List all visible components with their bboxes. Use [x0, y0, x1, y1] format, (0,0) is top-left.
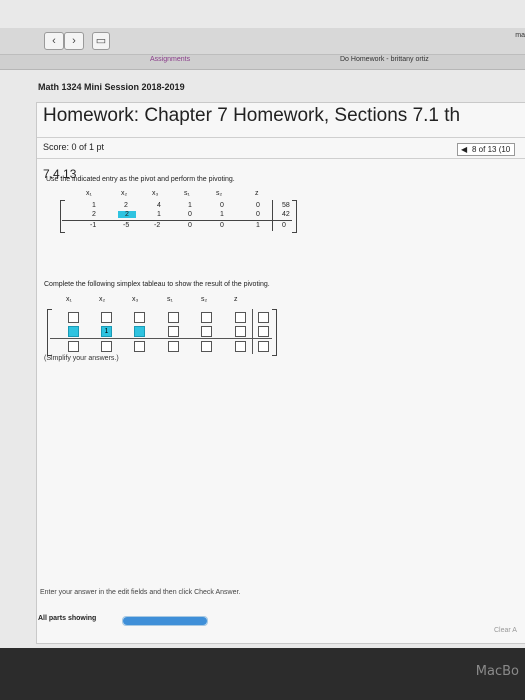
- cell: 2: [92, 211, 96, 218]
- answer-field[interactable]: [258, 326, 269, 337]
- complete-prompt: Complete the following simplex tableau t…: [44, 281, 270, 288]
- rhs-divider: [272, 200, 273, 231]
- tableau-bracket-left: [60, 200, 65, 233]
- homework-panel: Homework: Chapter 7 Homework, Sections 7…: [36, 102, 525, 644]
- answer-header-x2: x₂: [99, 296, 106, 303]
- answer-field[interactable]: [68, 312, 79, 323]
- answer-field[interactable]: [168, 326, 179, 337]
- score-text: Score: 0 of 1 pt: [43, 142, 105, 152]
- answer-field[interactable]: [258, 312, 269, 323]
- browser-toolbar: ‹ › ▭ ma: [0, 28, 525, 55]
- answer-header-s1: s₁: [167, 296, 173, 303]
- tab-assignments[interactable]: Assignments: [150, 56, 190, 63]
- cell: -5: [123, 222, 130, 229]
- back-button[interactable]: ‹: [44, 32, 64, 50]
- cell: 42: [282, 211, 290, 218]
- cell: 0: [220, 222, 224, 229]
- previous-arrow-icon[interactable]: ◀: [461, 145, 467, 154]
- clear-all-link[interactable]: Clear A: [494, 627, 517, 634]
- answer-field[interactable]: [101, 341, 112, 352]
- answer-field[interactable]: [235, 312, 246, 323]
- cell: 1: [92, 202, 96, 209]
- answer-field[interactable]: [134, 341, 145, 352]
- answer-field[interactable]: [235, 326, 246, 337]
- parts-progress-bar: [122, 616, 208, 626]
- instruction-text: Use the indicated entry as the pivot and…: [46, 176, 235, 183]
- cell: 2: [124, 202, 128, 209]
- objective-divider: [62, 220, 292, 221]
- answer-field[interactable]: [235, 341, 246, 352]
- answer-bracket-left: [47, 309, 52, 356]
- answer-field[interactable]: [201, 341, 212, 352]
- header-s2: s₂: [216, 190, 223, 197]
- footer-hint: Enter your answer in the edit fields and…: [40, 589, 241, 596]
- parts-progress-fill: [123, 617, 207, 625]
- cell: 58: [282, 202, 290, 209]
- answer-field[interactable]: [68, 341, 79, 352]
- answer-field-known[interactable]: 1: [101, 326, 112, 337]
- pivot-cell: 2: [118, 211, 136, 218]
- question-pager[interactable]: ◀ 8 of 13 (10: [457, 143, 516, 156]
- answer-field-active[interactable]: [134, 326, 145, 337]
- simplify-note: (Simplify your answers.): [44, 355, 119, 362]
- cell: -1: [90, 222, 97, 229]
- page-title: Homework: Chapter 7 Homework, Sections 7…: [43, 105, 461, 126]
- macbook-logo-text: MacBo: [475, 664, 519, 679]
- cell: 0: [256, 202, 260, 209]
- answer-field[interactable]: [168, 312, 179, 323]
- answer-field[interactable]: [134, 312, 145, 323]
- answer-header-x3: x₃: [132, 296, 139, 303]
- header-s1: s₁: [184, 190, 190, 197]
- answer-field[interactable]: [168, 341, 179, 352]
- cell: 0: [282, 222, 286, 229]
- answer-header-s2: s₂: [201, 296, 208, 303]
- answer-objective-divider: [50, 338, 272, 339]
- cell: 0: [188, 211, 192, 218]
- url-fragment[interactable]: ma: [515, 32, 525, 39]
- cell: 0: [188, 222, 192, 229]
- laptop-bezel: MacBo: [0, 648, 525, 700]
- answer-field[interactable]: [201, 312, 212, 323]
- sidebar-toggle-icon[interactable]: ▭: [92, 32, 110, 50]
- cell: 0: [256, 211, 260, 218]
- tab-bar: Assignments Do Homework - brittany ortiz: [0, 55, 525, 70]
- tableau-bracket-right: [292, 200, 297, 233]
- cell: 4: [157, 202, 161, 209]
- answer-header-x1: x₁: [66, 296, 72, 303]
- cell: 1: [157, 211, 161, 218]
- tab-do-homework[interactable]: Do Homework - brittany ortiz: [340, 56, 429, 63]
- pager-label: 8 of 13 (10: [472, 145, 511, 154]
- answer-bracket-right: [272, 309, 277, 356]
- header-z: z: [255, 190, 259, 197]
- answer-field-active[interactable]: [68, 326, 79, 337]
- screen: ‹ › ▭ ma Assignments Do Homework - britt…: [0, 0, 525, 648]
- forward-button[interactable]: ›: [64, 32, 84, 50]
- cell: 0: [220, 202, 224, 209]
- answer-rhs-divider: [252, 309, 253, 354]
- parts-label: All parts showing: [38, 615, 97, 622]
- answer-field[interactable]: [101, 312, 112, 323]
- answer-field[interactable]: [258, 341, 269, 352]
- header-x1: x₁: [86, 190, 92, 197]
- cell: 1: [256, 222, 260, 229]
- answer-header-z: z: [234, 296, 238, 303]
- score-bar: Score: 0 of 1 pt ◀ 8 of 13 (10: [37, 137, 525, 159]
- cell: 1: [220, 211, 224, 218]
- cell: -2: [154, 222, 161, 229]
- cell: 1: [188, 202, 192, 209]
- course-title: Math 1324 Mini Session 2018-2019: [38, 82, 185, 92]
- header-x2: x₂: [121, 190, 128, 197]
- answer-field[interactable]: [201, 326, 212, 337]
- header-x3: x₃: [152, 190, 159, 197]
